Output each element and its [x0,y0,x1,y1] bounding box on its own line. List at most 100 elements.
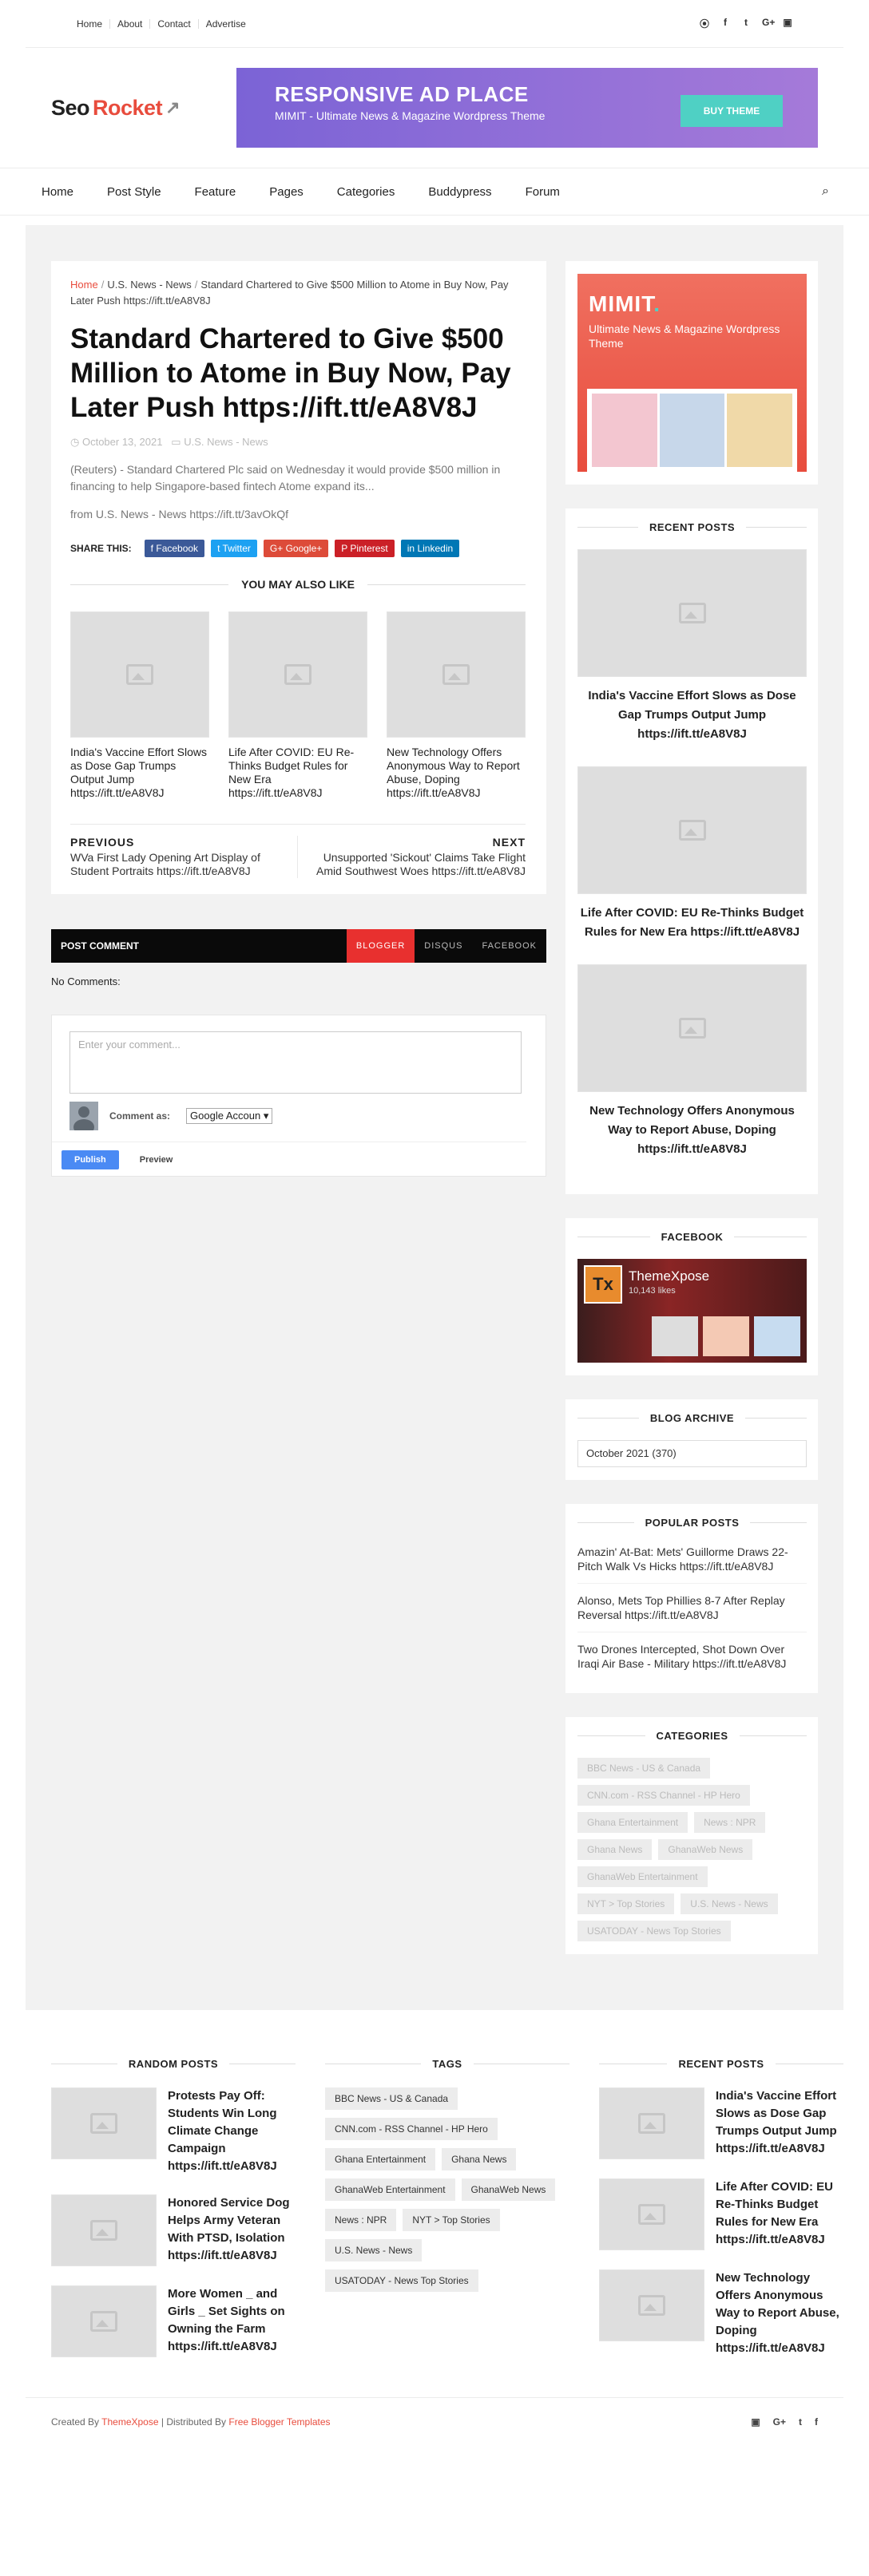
nav-item-forum[interactable]: Forum [526,185,560,199]
category-tag[interactable]: NYT > Top Stories [577,1893,675,1914]
facebook-icon[interactable]: f [720,17,730,30]
popular-post[interactable]: Amazin' At-Bat: Mets' Guillorme Draws 22… [577,1545,807,1584]
footer-tag[interactable]: Ghana News [442,2148,517,2170]
footer-tag[interactable]: Ghana Entertainment [325,2148,436,2170]
previous-post-title[interactable]: WVa First Lady Opening Art Display of St… [70,851,286,878]
nav-item-feature[interactable]: Feature [195,185,236,199]
category-tag[interactable]: GhanaWeb Entertainment [577,1866,708,1887]
breadcrumb-category[interactable]: U.S. News - News [107,279,191,291]
post-thumbnail[interactable] [599,2178,704,2250]
free-blogger-templates-link[interactable]: Free Blogger Templates [228,2416,330,2428]
share-linkedin-button[interactable]: in Linkedin [400,540,460,557]
footer-tag[interactable]: GhanaWeb News [461,2178,556,2201]
top-link-about[interactable]: About [109,18,149,29]
footer-tag[interactable]: News : NPR [325,2209,397,2231]
post-thumbnail[interactable] [70,611,209,738]
related-post[interactable]: Life After COVID: EU Re-Thinks Budget Ru… [228,611,367,800]
comment-input[interactable]: Enter your comment... [69,1031,522,1094]
category-tag[interactable]: Ghana Entertainment [577,1812,688,1833]
footer-recent-post-title[interactable]: Life After COVID: EU Re-Thinks Budget Ru… [716,2178,843,2250]
post-thumbnail[interactable] [228,611,367,738]
site-logo[interactable]: Seo Rocket ↗ [51,96,180,121]
tab-blogger[interactable]: BLOGGER [346,929,415,963]
random-post[interactable]: Honored Service Dog Helps Army Veteran W… [51,2194,296,2266]
nav-item-pages[interactable]: Pages [269,185,304,199]
category-tag[interactable]: GhanaWeb News [658,1839,753,1860]
nav-item-home[interactable]: Home [42,185,73,199]
next-post-link[interactable]: NEXT Unsupported 'Sickout' Claims Take F… [298,836,526,878]
footer-recent-post-title[interactable]: India's Vaccine Effort Slows as Dose Gap… [716,2087,843,2159]
post-thumbnail[interactable] [577,964,807,1092]
facebook-page-name[interactable]: ThemeXpose [629,1268,709,1284]
post-thumbnail[interactable] [599,2087,704,2159]
post-source[interactable]: from U.S. News - News https://ift.tt/3av… [70,508,526,520]
post-thumbnail[interactable] [577,549,807,677]
publish-button[interactable]: Publish [62,1150,119,1169]
random-post-title[interactable]: Honored Service Dog Helps Army Veteran W… [168,2194,296,2266]
rss-icon[interactable]: ⦿ [700,17,709,30]
footer-tag[interactable]: BBC News - US & Canada [325,2087,458,2110]
post-category[interactable]: U.S. News - News [184,436,268,448]
post-thumbnail[interactable] [51,2194,157,2266]
related-post[interactable]: India's Vaccine Effort Slows as Dose Gap… [70,611,209,800]
category-tag[interactable]: News : NPR [694,1812,766,1833]
twitter-icon[interactable]: t [741,17,751,30]
footer-recent-post-title[interactable]: New Technology Offers Anonymous Way to R… [716,2269,843,2357]
recent-post-title[interactable]: New Technology Offers Anonymous Way to R… [577,1102,807,1159]
previous-post-link[interactable]: PREVIOUS WVa First Lady Opening Art Disp… [70,836,298,878]
post-thumbnail[interactable] [599,2269,704,2341]
account-select[interactable]: Google Accoun ▾ [186,1108,273,1124]
category-tag[interactable]: BBC News - US & Canada [577,1758,711,1779]
recent-post[interactable]: India's Vaccine Effort Slows as Dose Gap… [577,549,807,744]
share-twitter-button[interactable]: t Twitter [211,540,257,557]
google-plus-icon[interactable]: G+ [773,2416,786,2428]
facebook-icon[interactable]: f [815,2416,818,2428]
category-tag[interactable]: Ghana News [577,1839,653,1860]
popular-post[interactable]: Alonso, Mets Top Phillies 8-7 After Repl… [577,1593,807,1632]
buy-theme-button[interactable]: BUY THEME [681,95,783,127]
random-post-title[interactable]: Protests Pay Off: Students Win Long Clim… [168,2087,296,2175]
footer-recent-post[interactable]: India's Vaccine Effort Slows as Dose Gap… [599,2087,843,2159]
tab-facebook[interactable]: FACEBOOK [472,929,546,963]
nav-item-buddypress[interactable]: Buddypress [428,185,491,199]
category-tag[interactable]: U.S. News - News [681,1893,778,1914]
category-tag[interactable]: CNN.com - RSS Channel - HP Hero [577,1785,750,1806]
related-post-title[interactable]: New Technology Offers Anonymous Way to R… [387,746,526,800]
footer-tag[interactable]: USATODAY - News Top Stories [325,2269,478,2292]
related-post-title[interactable]: India's Vaccine Effort Slows as Dose Gap… [70,746,209,800]
random-post[interactable]: Protests Pay Off: Students Win Long Clim… [51,2087,296,2175]
themexpose-link[interactable]: ThemeXpose [101,2416,158,2428]
random-post[interactable]: More Women _ and Girls _ Set Sights on O… [51,2285,296,2357]
share-pinterest-button[interactable]: P Pinterest [335,540,395,557]
nav-item-post-style[interactable]: Post Style [107,185,161,199]
footer-tag[interactable]: U.S. News - News [325,2239,423,2261]
top-link-contact[interactable]: Contact [149,18,197,29]
next-post-title[interactable]: Unsupported 'Sickout' Claims Take Flight… [309,851,526,878]
recent-post-title[interactable]: India's Vaccine Effort Slows as Dose Gap… [577,687,807,744]
facebook-page-box[interactable]: Tx ThemeXpose 10,143 likes [577,1259,807,1363]
footer-tag[interactable]: NYT > Top Stories [403,2209,500,2231]
share-google-plus-button[interactable]: G+ Google+ [263,540,329,557]
related-post-title[interactable]: Life After COVID: EU Re-Thinks Budget Ru… [228,746,367,800]
footer-recent-post[interactable]: New Technology Offers Anonymous Way to R… [599,2269,843,2357]
recent-post[interactable]: Life After COVID: EU Re-Thinks Budget Ru… [577,766,807,942]
footer-tag[interactable]: GhanaWeb Entertainment [325,2178,455,2201]
breadcrumb-home[interactable]: Home [70,279,98,291]
post-thumbnail[interactable] [51,2285,157,2357]
recent-post[interactable]: New Technology Offers Anonymous Way to R… [577,964,807,1159]
post-thumbnail[interactable] [577,766,807,894]
search-icon[interactable]: ⌕ [822,184,829,199]
footer-tag[interactable]: CNN.com - RSS Channel - HP Hero [325,2118,498,2140]
random-post-title[interactable]: More Women _ and Girls _ Set Sights on O… [168,2285,296,2357]
popular-post[interactable]: Two Drones Intercepted, Shot Down Over I… [577,1642,807,1680]
category-tag[interactable]: USATODAY - News Top Stories [577,1921,731,1941]
mimit-ad[interactable]: MIMIT. Ultimate News & Magazine Wordpres… [577,274,807,472]
nav-item-categories[interactable]: Categories [337,185,395,199]
top-link-home[interactable]: Home [77,19,109,29]
instagram-icon[interactable]: ▣ [751,2416,760,2428]
post-thumbnail[interactable] [387,611,526,738]
share-facebook-button[interactable]: f Facebook [144,540,205,557]
instagram-icon[interactable]: ▣ [783,17,792,30]
recent-post-title[interactable]: Life After COVID: EU Re-Thinks Budget Ru… [577,904,807,942]
tab-disqus[interactable]: DISQUS [415,929,472,963]
